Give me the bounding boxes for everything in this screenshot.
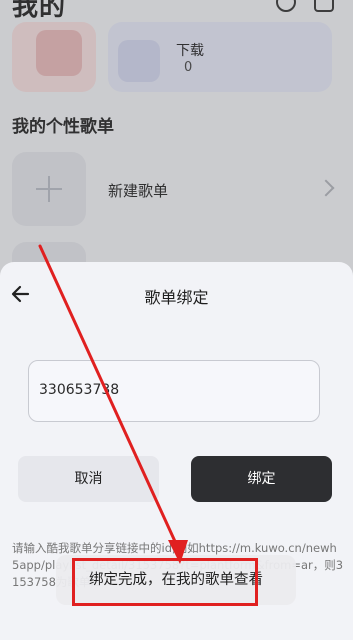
annotation-highlight-box — [72, 558, 258, 606]
bind-button[interactable]: 绑定 — [191, 456, 332, 502]
playlist-id-value: 330653738 — [39, 382, 120, 398]
sheet-title: 歌单绑定 — [144, 288, 209, 307]
playlist-id-input[interactable]: 330653738 — [28, 360, 320, 422]
cancel-button[interactable]: 取消 — [18, 456, 159, 502]
